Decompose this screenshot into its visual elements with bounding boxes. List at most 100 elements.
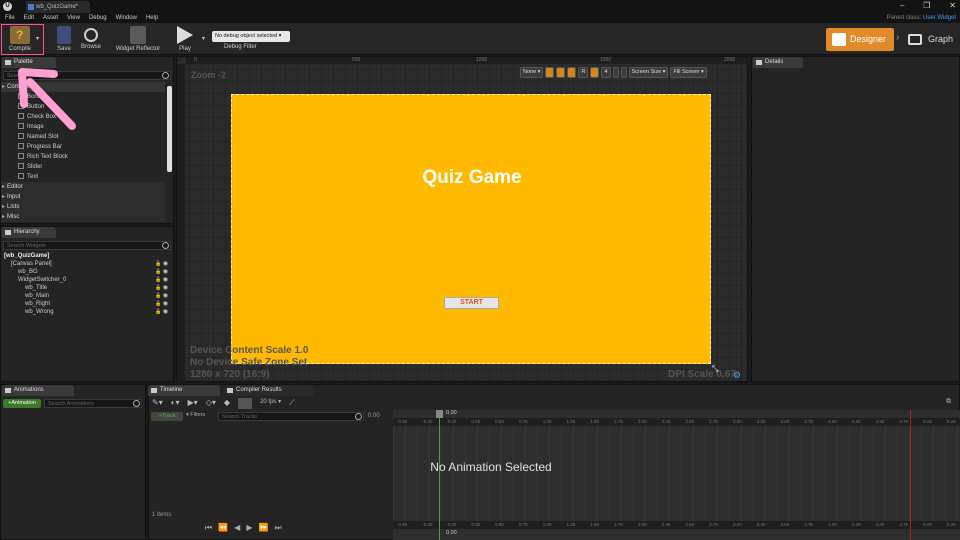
add-animation-button[interactable]: +Animation: [3, 399, 41, 408]
outline-icon[interactable]: [612, 67, 619, 78]
play-forward-icon[interactable]: ▶: [246, 523, 252, 533]
timeline-tab[interactable]: Timeline: [148, 385, 220, 396]
hierarchy-row[interactable]: wb_Right: [25, 300, 50, 308]
playhead-handle[interactable]: [436, 410, 443, 418]
visibility-eye-icon[interactable]: ◉: [161, 261, 168, 267]
animations-search-input[interactable]: Search Animations: [44, 399, 142, 408]
play-reverse-icon[interactable]: ◀: [234, 523, 240, 533]
menu-help[interactable]: Help: [146, 13, 158, 23]
visibility-eye-icon[interactable]: ◉: [161, 285, 168, 291]
menu-view[interactable]: View: [67, 13, 80, 23]
visibility-eye-icon[interactable]: ◉: [161, 309, 168, 315]
snap-icon[interactable]: ◆: [224, 398, 230, 409]
quiz-title-text[interactable]: Quiz Game: [232, 167, 712, 189]
visibility-eye-icon[interactable]: ◉: [161, 293, 168, 299]
menu-debug[interactable]: Debug: [89, 13, 107, 23]
palette-item[interactable]: Progress Bar: [18, 142, 62, 152]
palette-item-label: Text: [27, 174, 39, 180]
hierarchy-row[interactable]: wb_Wrong: [25, 308, 54, 316]
sequencer-icon[interactable]: [238, 398, 253, 409]
key-icon[interactable]: ✎▾: [152, 398, 163, 409]
preview-icon[interactable]: [620, 67, 627, 78]
palette-scrollbar[interactable]: [167, 86, 172, 172]
title-bar: [0, 0, 960, 13]
hierarchy-row[interactable]: [Canvas Panel]: [11, 260, 52, 268]
hierarchy-row[interactable]: wb_Title: [25, 284, 47, 292]
filters-button[interactable]: ▾ Filters: [186, 412, 205, 418]
menu-window[interactable]: Window: [116, 13, 137, 23]
dpi-settings-gear-icon[interactable]: ⚙: [733, 370, 741, 381]
menu-asset[interactable]: Asset: [43, 13, 58, 23]
visibility-eye-icon[interactable]: ◉: [161, 301, 168, 307]
end-marker[interactable]: [910, 410, 911, 540]
start-button[interactable]: START: [444, 297, 499, 309]
widget-reflector-button[interactable]: Widget Reflector: [112, 23, 164, 55]
document-tab[interactable]: wb_QuizGame*: [26, 1, 90, 13]
parent-class-value[interactable]: User Widget: [923, 15, 956, 21]
visibility-eye-icon[interactable]: ◉: [161, 277, 168, 283]
palette-search-input[interactable]: Search: [3, 71, 171, 80]
palette-item[interactable]: Image: [18, 122, 44, 132]
step-back-icon[interactable]: ⏪: [218, 523, 228, 533]
palette-item[interactable]: Check Box: [18, 112, 56, 122]
play-options-icon[interactable]: ▾: [202, 35, 205, 42]
details-tab[interactable]: Details: [753, 57, 803, 68]
grid-toggle-icon[interactable]: [567, 67, 577, 78]
maximize-icon[interactable]: ❐: [923, 1, 930, 11]
grid-snap-icon[interactable]: [590, 67, 600, 78]
menu-edit[interactable]: Edit: [24, 13, 34, 23]
play-mode-icon[interactable]: ▶▾: [188, 398, 198, 409]
resize-handle-icon[interactable]: ⤡: [712, 364, 718, 374]
palette-item[interactable]: Slider: [18, 162, 42, 172]
fps-select[interactable]: 20 fps ▾: [260, 398, 281, 409]
compiler-results-tab[interactable]: Compiler Results: [224, 385, 314, 396]
respect-locks-button[interactable]: R: [578, 67, 589, 78]
hierarchy-row[interactable]: WidgetSwitcher_0: [18, 276, 66, 284]
graph-mode-button[interactable]: Graph: [906, 28, 956, 51]
palette-category-lists[interactable]: Lists: [1, 202, 165, 212]
go-to-end-icon[interactable]: ⏭: [274, 523, 281, 533]
playhead[interactable]: [439, 410, 440, 540]
designer-mode-button[interactable]: Designer: [826, 28, 894, 51]
menu-file[interactable]: File: [5, 13, 15, 23]
timeline-options-icon[interactable]: ⧉: [946, 398, 951, 406]
save-button[interactable]: Save: [52, 23, 76, 55]
palette-category-editor[interactable]: Editor: [1, 182, 165, 192]
none-select[interactable]: None ▾: [520, 67, 544, 78]
palette-category-misc[interactable]: Misc: [1, 212, 165, 222]
tracks-search-input[interactable]: Search Tracks: [218, 412, 364, 421]
go-to-start-icon[interactable]: ⏮: [205, 523, 212, 533]
snap-toggle-icon[interactable]: [545, 67, 555, 78]
palette-item[interactable]: Button: [18, 102, 44, 112]
hierarchy-row[interactable]: wb_BG: [18, 268, 38, 276]
debug-object-select[interactable]: No debug object selected ▾: [212, 31, 290, 42]
grid-size-value[interactable]: 4: [601, 67, 611, 78]
visibility-eye-icon[interactable]: ◉: [161, 269, 168, 275]
fill-screen-select[interactable]: Fill Screen ▾: [670, 67, 707, 78]
hierarchy-row[interactable]: wb_Main: [25, 292, 49, 300]
lock-toggle-icon[interactable]: [556, 67, 566, 78]
browse-button[interactable]: Browse: [78, 23, 104, 55]
hierarchy-search-input[interactable]: Search Widgets: [3, 241, 171, 250]
palette-item[interactable]: Border: [18, 92, 45, 102]
auto-key-icon[interactable]: ◇▾: [206, 398, 216, 409]
screen-size-select[interactable]: Screen Size ▾: [628, 67, 669, 78]
view-icon[interactable]: ◐▾: [171, 398, 180, 409]
add-track-button[interactable]: +Track: [151, 412, 183, 421]
widget-preview[interactable]: Quiz Game START: [231, 94, 711, 364]
play-button[interactable]: Play: [172, 23, 198, 55]
hierarchy-row[interactable]: [wb_QuizGame]: [4, 252, 49, 260]
curve-icon[interactable]: ⟋: [289, 398, 295, 409]
palette-tab[interactable]: Palette: [2, 57, 56, 68]
animations-tab[interactable]: Animations: [2, 385, 74, 396]
close-icon[interactable]: ✕: [949, 1, 956, 11]
palette-item[interactable]: Rich Text Block: [18, 152, 68, 162]
palette-item[interactable]: Text: [18, 172, 38, 182]
palette-item[interactable]: Named Slot: [18, 132, 58, 142]
step-forward-icon[interactable]: ⏩: [258, 523, 268, 533]
hierarchy-tab[interactable]: Hierarchy: [2, 227, 56, 238]
palette-category-input[interactable]: Input: [1, 192, 165, 202]
minimize-icon[interactable]: ‒: [900, 1, 904, 11]
transport-controls: ⏮ ⏪ ◀ ▶ ⏩ ⏭: [205, 523, 335, 533]
palette-category-common[interactable]: Common: [1, 82, 165, 92]
